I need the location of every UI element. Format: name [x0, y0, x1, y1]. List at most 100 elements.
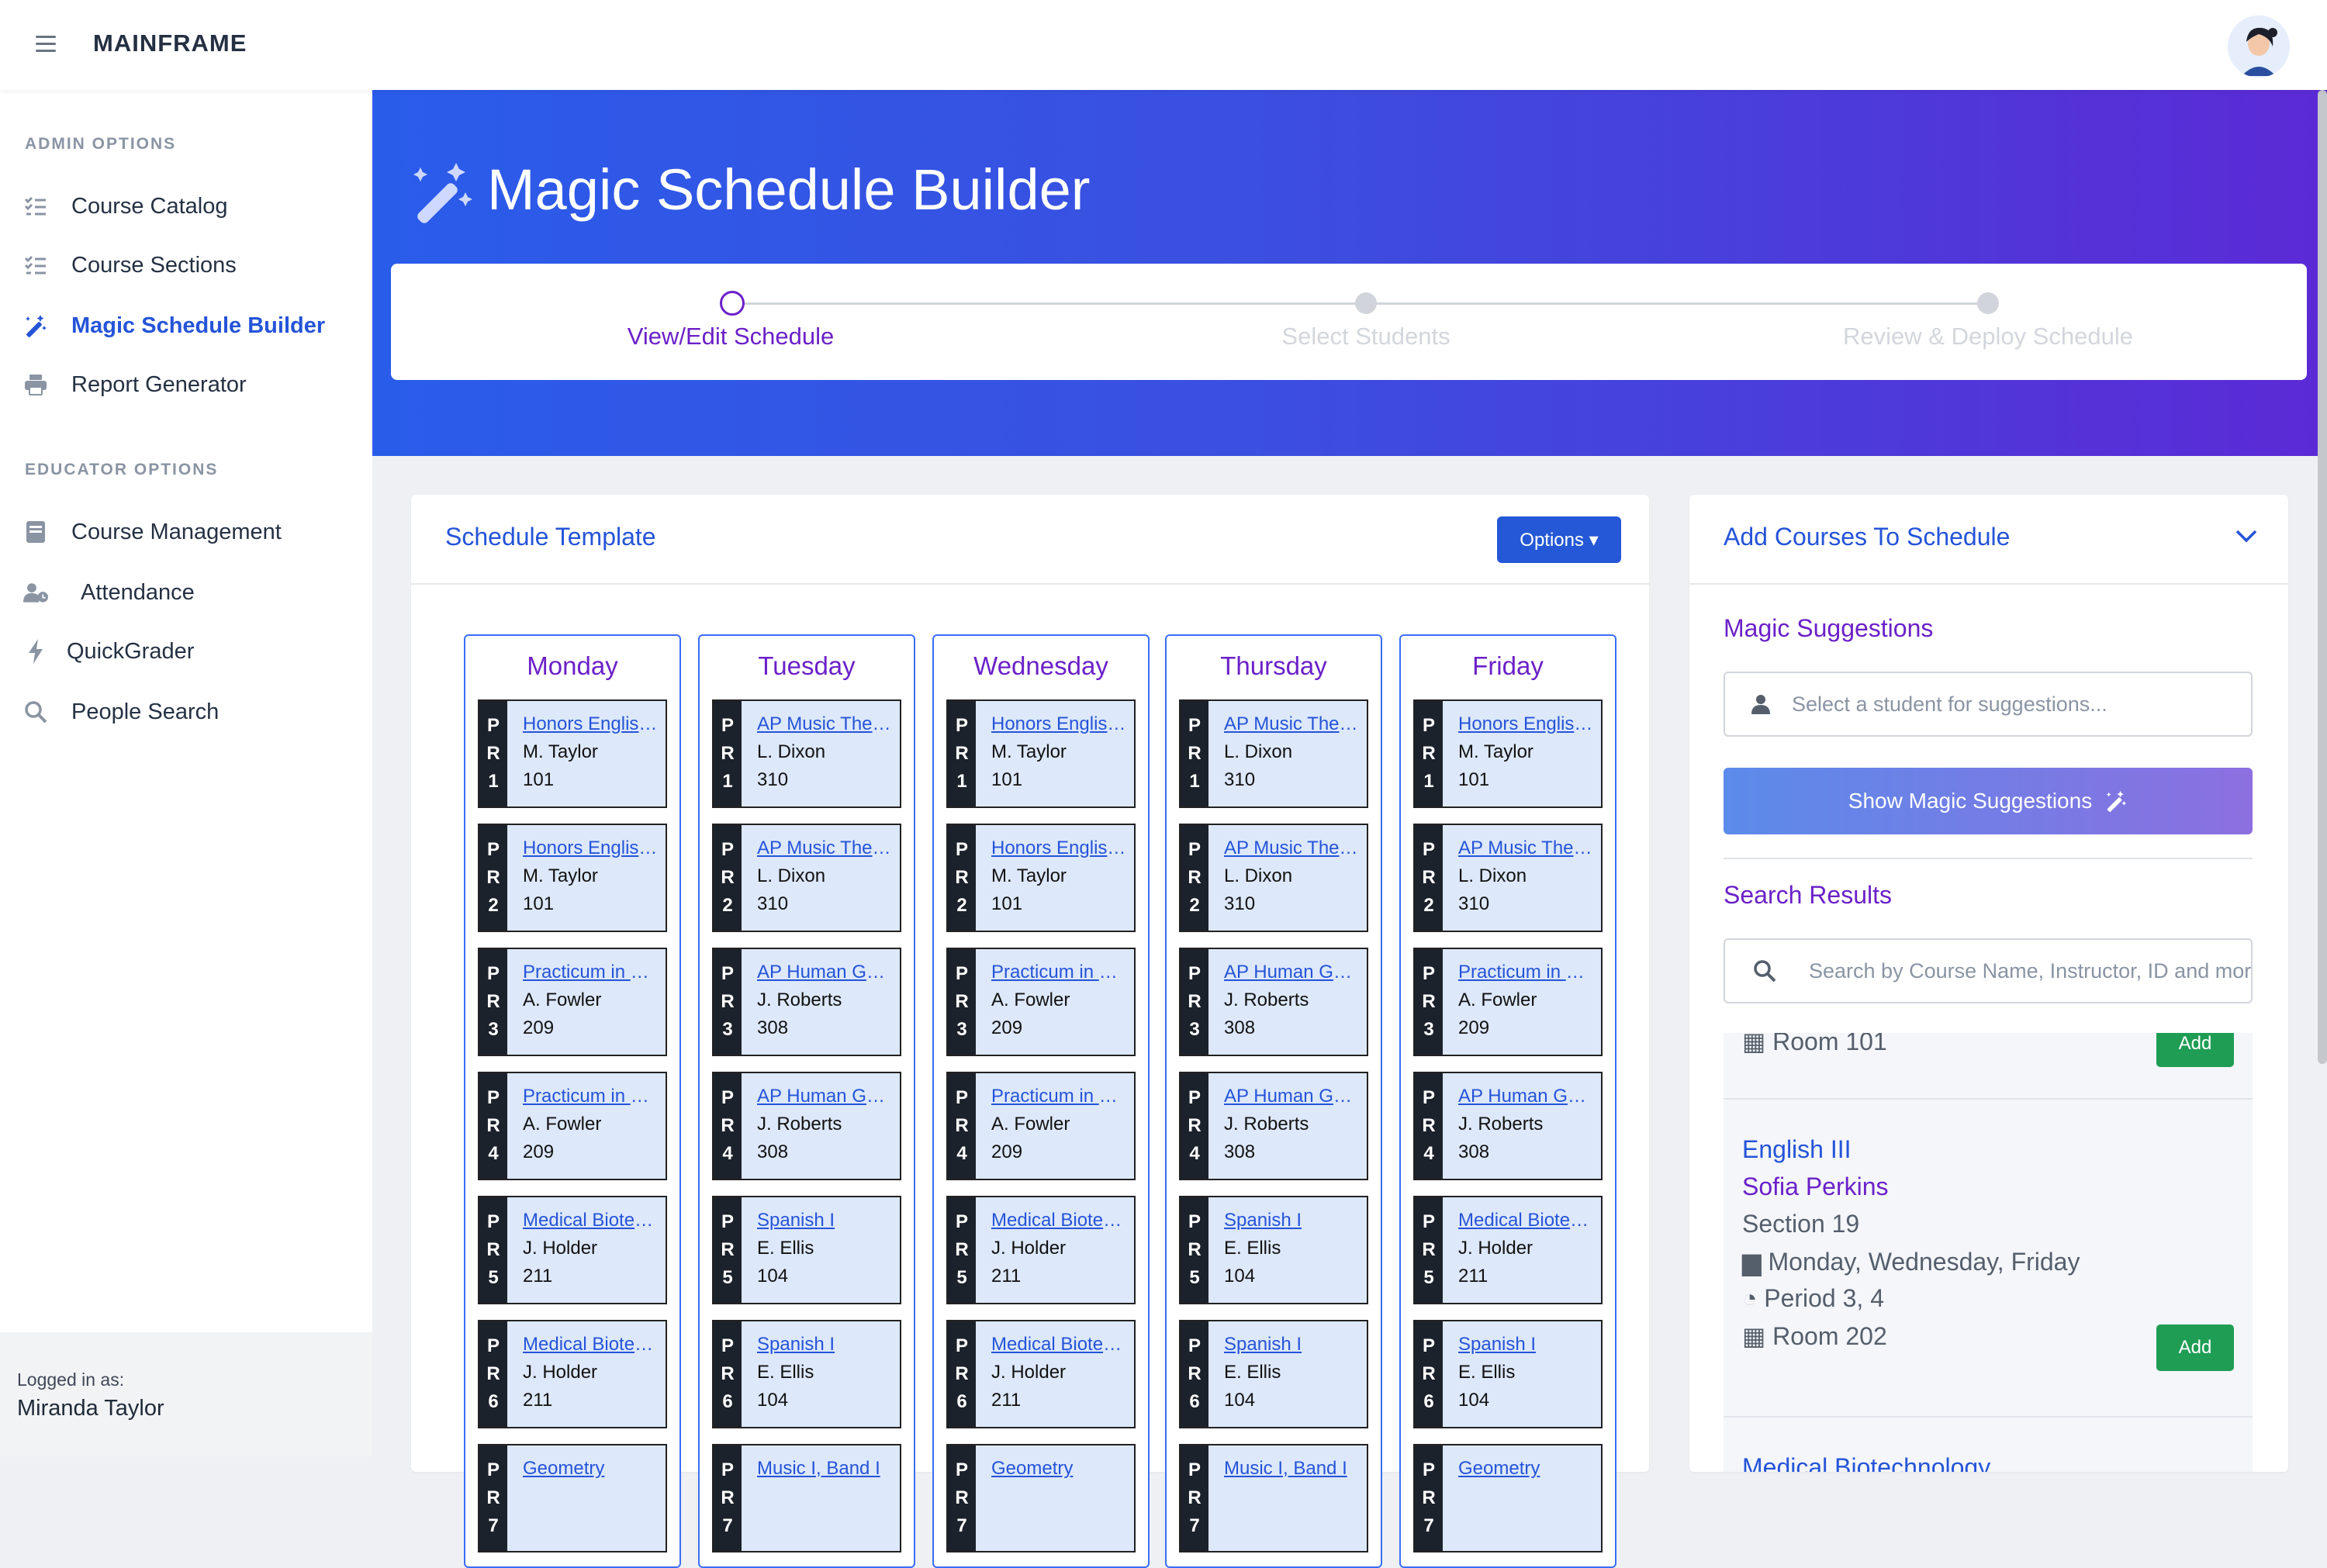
period-slot[interactable]: PR4 Practicum in Health Science A. Fowler 2… — [478, 1072, 667, 1180]
period-slot[interactable]: P R 6 Spanish I E. Ellis 104 — [1179, 1320, 1368, 1428]
course-link[interactable]: Practicum in Health Science — [523, 962, 659, 983]
period-slot[interactable]: P R 5 Spanish I E. Ellis 104 — [1179, 1196, 1368, 1304]
room-number: 211 — [991, 1266, 1022, 1287]
course-search-input[interactable]: Search by Course Name, Instructor, ID an… — [1724, 938, 2253, 1003]
course-link[interactable]: Practicum in Health Science — [523, 1086, 659, 1107]
step-1-indicator[interactable] — [720, 291, 745, 316]
step-3-label[interactable]: Review & Deploy Schedule — [1843, 323, 2133, 351]
course-link[interactable]: AP Human Geography — [1224, 962, 1361, 983]
period-slot[interactable]: P R 2 AP Music Theory L. Dixon 310 — [1413, 824, 1603, 932]
course-link[interactable]: Medical Biotechnology — [991, 1334, 1128, 1356]
sidebar-item-quickgrader[interactable]: QuickGrader — [23, 630, 349, 673]
sidebar-item-course-sections[interactable]: Course Sections — [23, 243, 349, 287]
period-slot[interactable]: P R 2 AP Music Theory L. Dixon 310 — [1179, 824, 1368, 932]
result-instructor[interactable]: Sofia Perkins — [1742, 1173, 1889, 1201]
avatar[interactable] — [2228, 16, 2290, 78]
step-2-label[interactable]: Select Students — [1281, 323, 1450, 351]
course-link[interactable]: AP Music Theory — [1224, 713, 1361, 735]
show-magic-suggestions-button[interactable]: Show Magic Suggestions — [1724, 768, 2253, 834]
period-slot[interactable]: P R 2 Honors English I M. Taylor 101 — [946, 824, 1136, 932]
period-slot[interactable]: PR5 Medical Biotechnology J. Holder 211 — [1413, 1196, 1603, 1304]
course-link[interactable]: AP Music Theory — [1458, 838, 1595, 859]
period-slot[interactable]: PR3 AP Human Geography J. Roberts 308 — [1179, 948, 1368, 1056]
options-button[interactable]: Options ▾ — [1497, 516, 1621, 563]
step-3-indicator[interactable] — [1977, 292, 1999, 314]
course-link[interactable]: Geometry — [991, 1458, 1128, 1480]
period-slot[interactable]: PR3 AP Human Geography J. Roberts 308 — [712, 948, 901, 1056]
period-slot[interactable]: P R 7 Geometry — [1413, 1444, 1603, 1552]
student-select-input[interactable]: Select a student for suggestions... — [1724, 672, 2253, 737]
course-link[interactable]: Geometry — [1458, 1458, 1595, 1480]
course-link[interactable]: AP Human Geography — [757, 1086, 894, 1107]
period-slot[interactable]: P R 5 Spanish I E. Ellis 104 — [712, 1196, 901, 1304]
period-slot[interactable]: P R 2 Honors English I M. Taylor 101 — [478, 824, 667, 932]
course-link[interactable]: Medical Biotechnology — [523, 1210, 659, 1231]
period-slot[interactable]: P R 7 Geometry — [478, 1444, 667, 1552]
course-link[interactable]: Honors English I — [1458, 713, 1595, 735]
sidebar-item-magic-schedule-builder[interactable]: Magic Schedule Builder — [23, 304, 349, 347]
course-link[interactable]: AP Music Theory — [1224, 838, 1361, 859]
top-bar: MAINFRAME — [0, 0, 2327, 90]
period-slot[interactable]: P R 1 AP Music Theory L. Dixon 310 — [1179, 699, 1368, 808]
course-link[interactable]: Practicum in Health Science — [991, 1086, 1128, 1107]
chevron-down-icon[interactable] — [2235, 529, 2257, 547]
period-slot[interactable]: P R 1 AP Music Theory L. Dixon 310 — [712, 699, 901, 808]
course-link[interactable]: Honors English I — [523, 838, 659, 859]
period-slot[interactable]: PR4 AP Human Geography J. Roberts 308 — [712, 1072, 901, 1180]
course-link[interactable]: Music I, Band I — [757, 1458, 894, 1480]
period-slot[interactable]: PR5 Medical Biotechnology J. Holder 211 — [478, 1196, 667, 1304]
period-slot[interactable]: P R 7 Geometry — [946, 1444, 1136, 1552]
course-link[interactable]: Honors English I — [991, 838, 1128, 859]
course-link[interactable]: Spanish I — [1224, 1334, 1361, 1356]
course-link[interactable]: Spanish I — [1224, 1210, 1361, 1231]
course-link[interactable]: Medical Biotechnology — [1458, 1210, 1595, 1231]
period-slot[interactable]: P R 6 Spanish I E. Ellis 104 — [712, 1320, 901, 1428]
course-link[interactable]: Spanish I — [1458, 1334, 1595, 1356]
period-slot[interactable]: PR5 Medical Biotechnology J. Holder 211 — [946, 1196, 1136, 1304]
sidebar-item-course-catalog[interactable]: Course Catalog — [23, 185, 349, 228]
period-slot[interactable]: P R 7 Music I, Band I — [1179, 1444, 1368, 1552]
period-slot[interactable]: P R 1 Honors English I M. Taylor 101 — [1413, 699, 1603, 808]
course-link[interactable]: AP Music Theory — [757, 838, 894, 859]
period-slot[interactable]: PR6 Medical Biotechnology J. Holder 211 — [946, 1320, 1136, 1428]
period-slot[interactable]: PR4 AP Human Geography J. Roberts 308 — [1413, 1072, 1603, 1180]
course-link[interactable]: AP Human Geography — [1224, 1086, 1361, 1107]
course-link[interactable]: Medical Biotechnology — [991, 1210, 1128, 1231]
period-slot[interactable]: PR3 Practicum in Health Science A. Fowler 2… — [946, 948, 1136, 1056]
course-link[interactable]: AP Human Geography — [1458, 1086, 1595, 1107]
course-link[interactable]: Spanish I — [757, 1334, 894, 1356]
period-slot[interactable]: PR6 Medical Biotechnology J. Holder 211 — [478, 1320, 667, 1428]
sidebar-item-people-search[interactable]: People Search — [23, 690, 349, 734]
step-1-label[interactable]: View/Edit Schedule — [628, 323, 835, 351]
course-link[interactable]: Spanish I — [757, 1210, 894, 1231]
course-link[interactable]: Medical Biotechnology — [523, 1334, 659, 1356]
period-number: 1 — [488, 771, 499, 792]
course-link[interactable]: Honors English I — [991, 713, 1128, 735]
course-link[interactable]: Geometry — [523, 1458, 659, 1480]
period-slot[interactable]: P R 1 Honors English I M. Taylor 101 — [478, 699, 667, 808]
period-slot[interactable]: P R 7 Music I, Band I — [712, 1444, 901, 1552]
period-number: 7 — [1423, 1515, 1434, 1536]
step-2-indicator[interactable] — [1355, 292, 1377, 314]
hamburger-menu-icon[interactable] — [36, 36, 56, 53]
result-course-name[interactable]: English III — [1742, 1135, 1852, 1164]
sidebar-item-course-management[interactable]: Course Management — [23, 510, 349, 554]
period-slot[interactable]: PR4 Practicum in Health Science A. Fowler 2… — [946, 1072, 1136, 1180]
period-slot[interactable]: PR3 Practicum in Health Science A. Fowler 2… — [478, 948, 667, 1056]
course-link[interactable]: Honors English I — [523, 713, 659, 735]
course-link[interactable]: AP Music Theory — [757, 713, 894, 735]
course-link[interactable]: AP Human Geography — [757, 962, 894, 983]
course-link[interactable]: Practicum in Health Science — [1458, 962, 1595, 983]
page-scrollbar[interactable] — [2318, 90, 2327, 1064]
add-course-button[interactable]: Add — [2156, 1033, 2234, 1067]
period-slot[interactable]: P R 1 Honors English I M. Taylor 101 — [946, 699, 1136, 808]
sidebar-item-report-generator[interactable]: Report Generator — [23, 363, 349, 406]
sidebar-item-attendance[interactable]: Attendance — [23, 571, 349, 614]
period-slot[interactable]: P R 2 AP Music Theory L. Dixon 310 — [712, 824, 901, 932]
course-link[interactable]: Music I, Band I — [1224, 1458, 1361, 1480]
period-slot[interactable]: PR3 Practicum in Health Science A. Fowler 2… — [1413, 948, 1603, 1056]
period-slot[interactable]: P R 6 Spanish I E. Ellis 104 — [1413, 1320, 1603, 1428]
add-course-button[interactable]: Add — [2156, 1325, 2234, 1371]
period-slot[interactable]: PR4 AP Human Geography J. Roberts 308 — [1179, 1072, 1368, 1180]
course-link[interactable]: Practicum in Health Science — [991, 962, 1128, 983]
